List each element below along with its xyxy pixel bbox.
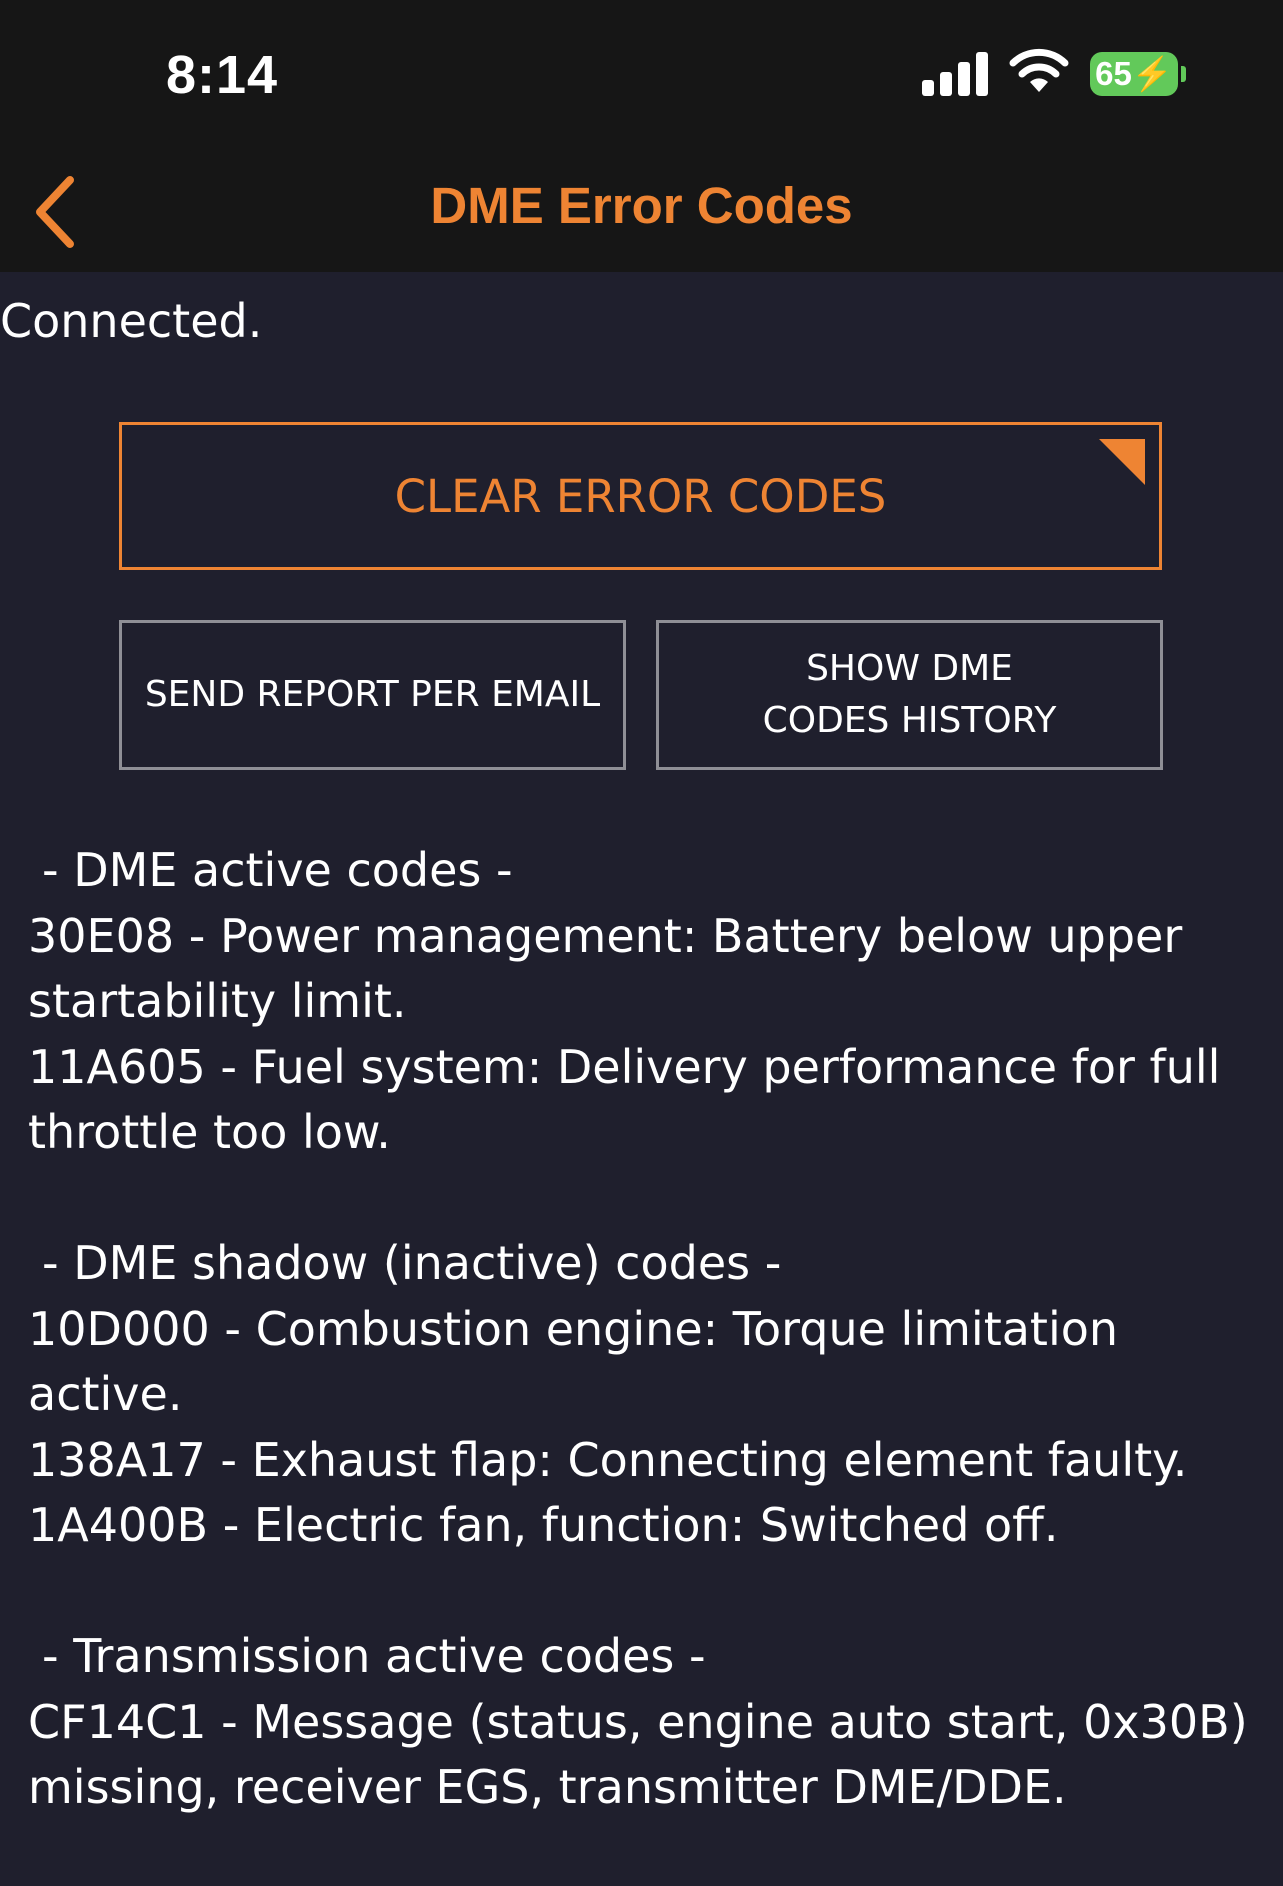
code-line: CF14C1 - Message (status, engine auto st… [28,1694,1248,1815]
battery-level: 65 [1095,55,1132,92]
status-time: 8:14 [166,45,279,105]
code-line: 11A605 - Fuel system: Delivery performan… [28,1039,1221,1160]
clear-button-label: CLEAR ERROR CODES [394,469,887,523]
status-bar: 8:14 65⚡ [0,0,1283,150]
battery-icon: 65⚡ [1090,52,1178,96]
show-codes-history-button[interactable]: SHOW DME CODES HISTORY [656,620,1163,770]
clear-error-codes-button[interactable]: CLEAR ERROR CODES [119,422,1162,570]
history-label-line1: SHOW DME [806,648,1013,689]
error-codes-text: - DME active codes - 30E08 - Power manag… [28,838,1268,1886]
section-heading: - DME active codes - [42,843,513,897]
code-line: 10D000 - Combustion engine: Torque limit… [28,1301,1119,1422]
wifi-icon [1009,48,1069,92]
page-title: DME Error Codes [430,177,853,234]
history-label-line2: CODES HISTORY [762,700,1057,741]
code-line: 30E08 - Power management: Battery below … [28,908,1183,1029]
dme-active-section: - DME active codes - 30E08 - Power manag… [28,838,1268,1166]
code-line: 1A400B - Electric fan, function: Switche… [28,1498,1059,1552]
dme-shadow-section: - DME shadow (inactive) codes - 10D000 -… [28,1231,1268,1559]
nav-bar: DME Error Codes [0,150,1283,272]
send-report-email-button[interactable]: SEND REPORT PER EMAIL [119,620,626,770]
battery-nub [1181,66,1186,82]
transmission-active-section: - Transmission active codes - CF14C1 - M… [28,1624,1268,1821]
cellular-signal-icon [922,52,988,96]
corner-triangle-icon [1099,439,1145,485]
charging-bolt-icon: ⚡ [1131,55,1173,92]
code-line: 138A17 - Exhaust flap: Connecting elemen… [28,1432,1188,1487]
section-heading: - Transmission active codes - [42,1629,706,1683]
section-heading: - DME shadow (inactive) codes - [42,1236,782,1290]
send-report-label: SEND REPORT PER EMAIL [144,674,601,715]
connection-status: Connected. [0,294,263,348]
